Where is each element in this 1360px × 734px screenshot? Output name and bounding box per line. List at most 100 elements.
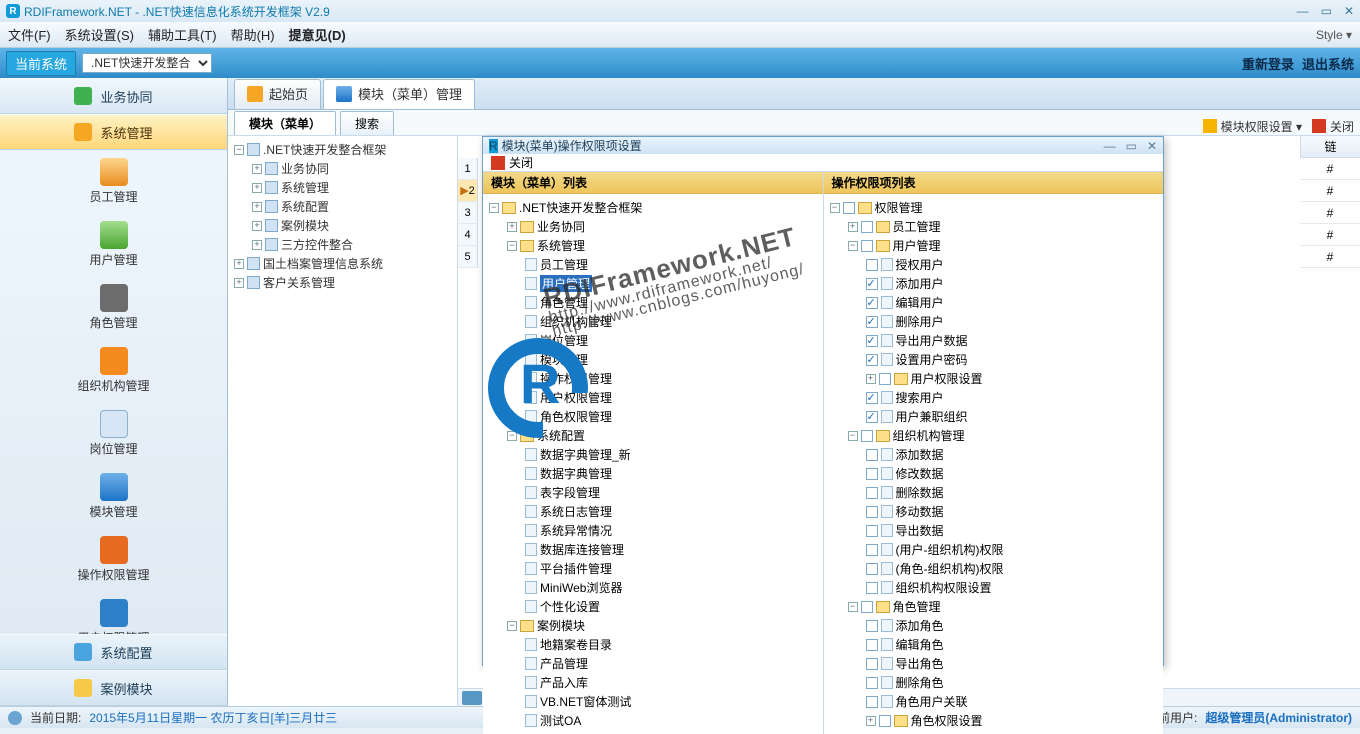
tree-node[interactable]: 编辑用户 — [862, 293, 1160, 312]
maximize-button[interactable]: ▭ — [1321, 4, 1332, 18]
perm-tree[interactable]: −权限管理+员工管理−用户管理授权用户添加用户编辑用户删除用户导出用户数据设置用… — [824, 194, 1164, 734]
tree-node[interactable]: 用户兼职组织 — [862, 407, 1160, 426]
tree-node[interactable]: 数据字典管理 — [521, 464, 819, 483]
menu-help[interactable]: 帮助(H) — [231, 25, 275, 44]
tree-node[interactable]: 用户权限管理 — [521, 388, 819, 407]
sidebar-group-case[interactable]: 案例模块 — [0, 670, 227, 706]
tree-node[interactable]: 角色权限管理 — [521, 407, 819, 426]
tree-node[interactable]: +系统配置 — [248, 197, 455, 216]
checkbox[interactable] — [866, 582, 878, 594]
dialog-close-button[interactable]: ✕ — [1147, 139, 1157, 153]
tree-node[interactable]: 员工管理 — [521, 255, 819, 274]
checkbox[interactable] — [866, 468, 878, 480]
checkbox[interactable] — [866, 297, 878, 309]
checkbox[interactable] — [866, 677, 878, 689]
tree-node[interactable]: −.NET快速开发整合框架 — [485, 198, 819, 217]
sidebar-item-7[interactable]: 用户权限管理 — [0, 591, 227, 634]
tree-node[interactable]: 导出角色 — [862, 654, 1160, 673]
checkbox[interactable] — [866, 316, 878, 328]
tree-node[interactable]: 用户管理 — [521, 274, 819, 293]
tree-node[interactable]: −案例模块 — [503, 616, 819, 635]
relogin-link[interactable]: 重新登录 — [1242, 54, 1294, 73]
sidebar-item-6[interactable]: 操作权限管理 — [0, 528, 227, 591]
left-tree[interactable]: −.NET快速开发整合框架 +业务协同+系统管理+系统配置+案例模块+三方控件整… — [228, 136, 458, 706]
row-num[interactable]: 4 — [458, 224, 478, 246]
tree-node[interactable]: −组织机构管理 — [844, 426, 1160, 445]
tree-node[interactable]: +用户权限设置 — [862, 369, 1160, 388]
tree-node[interactable]: MiniWeb浏览器 — [521, 578, 819, 597]
checkbox[interactable] — [866, 392, 878, 404]
checkbox[interactable] — [879, 373, 891, 385]
tree-node[interactable]: 系统日志管理 — [521, 502, 819, 521]
tree-node[interactable]: 产品入库 — [521, 673, 819, 692]
tree-node[interactable]: 添加数据 — [862, 445, 1160, 464]
checkbox[interactable] — [861, 430, 873, 442]
row-num[interactable]: ▶2 — [458, 180, 478, 202]
checkbox[interactable] — [879, 715, 891, 727]
close-button[interactable]: ✕ — [1344, 4, 1354, 18]
sidebar-item-3[interactable]: 组织机构管理 — [0, 339, 227, 402]
tree-node[interactable]: 操作权限管理 — [521, 369, 819, 388]
tree-node[interactable]: −系统管理 — [503, 236, 819, 255]
tree-node[interactable]: +系统管理 — [248, 178, 455, 197]
tree-node[interactable]: +业务协同 — [503, 217, 819, 236]
tree-node[interactable]: 组织机构管理 — [521, 312, 819, 331]
tree-node[interactable]: −用户管理 — [844, 236, 1160, 255]
tree-node[interactable]: 修改数据 — [862, 464, 1160, 483]
checkbox[interactable] — [843, 202, 855, 214]
menu-feedback[interactable]: 提意见(D) — [289, 25, 346, 44]
tree-node[interactable]: +三方控件整合 — [248, 235, 455, 254]
tree-node[interactable]: −系统配置 — [503, 426, 819, 445]
menu-file[interactable]: 文件(F) — [8, 25, 51, 44]
tree-node[interactable]: (角色-组织机构)权限 — [862, 559, 1160, 578]
tree-node[interactable]: +业务协同 — [248, 159, 455, 178]
tree-node[interactable]: 删除用户 — [862, 312, 1160, 331]
checkbox[interactable] — [861, 221, 873, 233]
tree-node[interactable]: 添加用户 — [862, 274, 1160, 293]
sidebar-item-5[interactable]: 模块管理 — [0, 465, 227, 528]
module-perm-button[interactable]: 模块权限设置 ▾ — [1203, 118, 1302, 135]
tree-node[interactable]: 测试OA — [521, 711, 819, 730]
sidebar-group-sysmgmt[interactable]: 系统管理 — [0, 114, 227, 150]
style-dropdown[interactable]: Style ▾ — [1316, 28, 1352, 42]
checkbox[interactable] — [866, 563, 878, 575]
logout-link[interactable]: 退出系统 — [1302, 54, 1354, 73]
tree-node[interactable]: 删除角色 — [862, 673, 1160, 692]
tree-node[interactable]: 组织机构权限设置 — [862, 578, 1160, 597]
sidebar-item-1[interactable]: 用户管理 — [0, 213, 227, 276]
tree-node[interactable]: −角色管理 — [844, 597, 1160, 616]
tree-node[interactable]: 移动数据 — [862, 502, 1160, 521]
system-select[interactable]: .NET快速开发整合 — [82, 53, 212, 73]
checkbox[interactable] — [866, 411, 878, 423]
checkbox[interactable] — [866, 354, 878, 366]
sidebar-group-sysconf[interactable]: 系统配置 — [0, 634, 227, 670]
tree-node[interactable]: 产品管理 — [521, 654, 819, 673]
footer-btn-1[interactable] — [462, 691, 482, 705]
menu-settings[interactable]: 系统设置(S) — [65, 25, 134, 44]
tree-node[interactable]: 导出用户数据 — [862, 331, 1160, 350]
row-num[interactable]: 1 — [458, 158, 478, 180]
module-tree[interactable]: −.NET快速开发整合框架+业务协同−系统管理员工管理用户管理角色管理组织机构管… — [483, 194, 823, 734]
tree-node[interactable]: 地籍案卷目录 — [521, 635, 819, 654]
tab-start[interactable]: 起始页 — [234, 79, 321, 109]
tree-node[interactable]: 平台插件管理 — [521, 559, 819, 578]
checkbox[interactable] — [861, 601, 873, 613]
row-num[interactable]: 5 — [458, 246, 478, 268]
dialog-titlebar[interactable]: R 模块(菜单)操作权限项设置 ― ▭ ✕ — [483, 137, 1163, 154]
dialog-minimize-button[interactable]: ― — [1104, 139, 1116, 153]
tree-node[interactable]: −权限管理 — [826, 198, 1160, 217]
tab-module[interactable]: 模块（菜单）管理 — [323, 79, 475, 109]
tree-node[interactable]: 添加角色 — [862, 616, 1160, 635]
sidebar-item-2[interactable]: 角色管理 — [0, 276, 227, 339]
subtab-module[interactable]: 模块（菜单） — [234, 111, 336, 135]
tree-node[interactable]: 角色用户关联 — [862, 692, 1160, 711]
dialog-maximize-button[interactable]: ▭ — [1126, 139, 1137, 153]
checkbox[interactable] — [866, 525, 878, 537]
tree-node[interactable]: 导出数据 — [862, 521, 1160, 540]
toolbar-close-button[interactable]: 关闭 — [1312, 118, 1354, 135]
tree-node[interactable]: +角色权限设置 — [862, 711, 1160, 730]
tree-node[interactable]: VB.NET窗体测试 — [521, 692, 819, 711]
row-num[interactable]: 3 — [458, 202, 478, 224]
tree-node[interactable]: +员工管理 — [844, 217, 1160, 236]
checkbox[interactable] — [861, 240, 873, 252]
